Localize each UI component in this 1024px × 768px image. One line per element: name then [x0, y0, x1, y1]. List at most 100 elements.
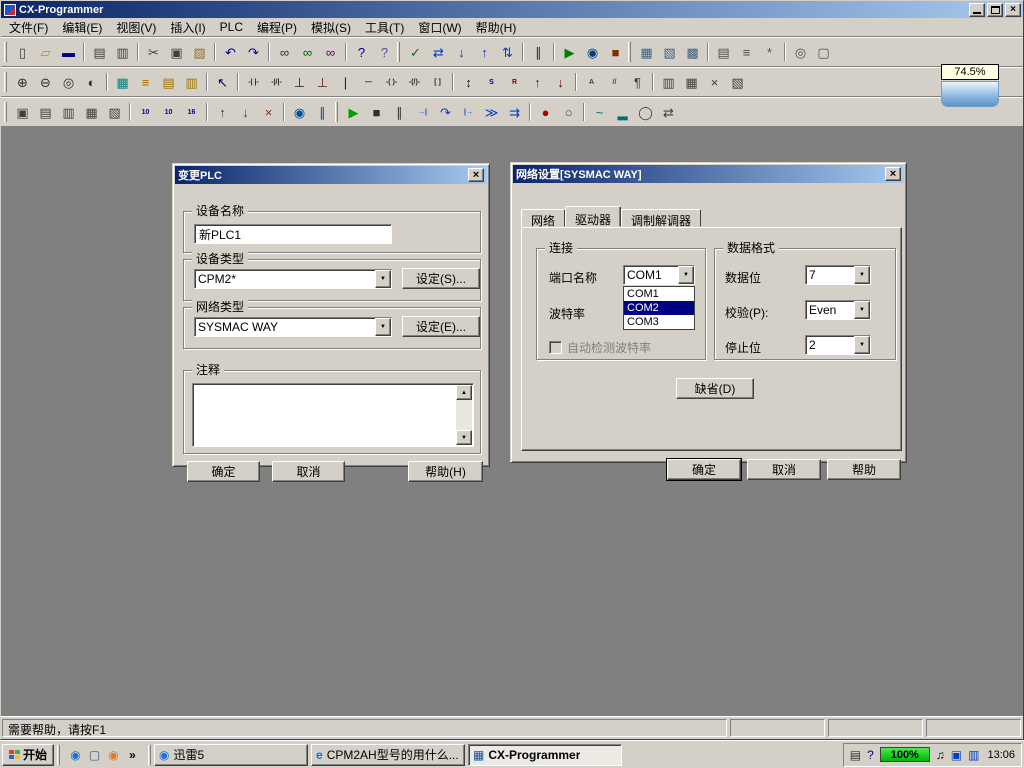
thunder-icon[interactable]: ◉: [67, 746, 84, 763]
autodetect-checkbox[interactable]: [549, 341, 562, 354]
zoom-in-button[interactable]: ⊕: [11, 71, 34, 93]
menu-item-8[interactable]: 工具(T): [358, 17, 411, 38]
tab-3[interactable]: 调制解调器: [621, 209, 701, 227]
stop-bits-dropdown-button[interactable]: ▼: [854, 336, 870, 354]
continuous-step-button[interactable]: ⇉: [503, 101, 526, 123]
print-preview-button[interactable]: ▥: [111, 41, 134, 63]
menu-item-4[interactable]: 插入(I): [163, 17, 212, 38]
parity-dropdown-button[interactable]: ▼: [854, 301, 870, 319]
sim-pause-button[interactable]: ∥: [388, 101, 411, 123]
help-button[interactable]: 帮助: [827, 459, 901, 480]
monitor-toggle-button[interactable]: ◉: [288, 101, 311, 123]
redo-button[interactable]: ↷: [242, 41, 265, 63]
properties-button[interactable]: ▢: [812, 41, 835, 63]
find-button[interactable]: ∞: [273, 41, 296, 63]
volume-icon[interactable]: ♫: [936, 749, 945, 761]
zoom-100-button[interactable]: ◎: [57, 71, 80, 93]
toolbar-grip[interactable]: [4, 42, 7, 62]
differentiate-down-button[interactable]: ↓: [549, 71, 572, 93]
zoom-fit-button[interactable]: ◐: [80, 71, 103, 93]
sim-run-button[interactable]: ▶: [342, 101, 365, 123]
ime-icon[interactable]: ▥: [968, 749, 979, 761]
decimal-display-button[interactable]: 10: [134, 101, 157, 123]
output-window-button[interactable]: ▤: [34, 101, 57, 123]
horizontal-line-button[interactable]: —: [357, 71, 380, 93]
scroll-up-button[interactable]: ▲: [456, 385, 472, 400]
tab-1[interactable]: 网络: [521, 209, 565, 227]
signed-decimal-display-button[interactable]: 10: [157, 101, 180, 123]
step-out-button[interactable]: |→: [457, 101, 480, 123]
help-bubble-icon[interactable]: ?: [867, 749, 874, 761]
block-comment-button[interactable]: //: [603, 71, 626, 93]
toolbar-grip[interactable]: [335, 102, 338, 122]
cancel-button[interactable]: 取消: [272, 461, 345, 482]
menu-item-3[interactable]: 视图(V): [109, 17, 163, 38]
open-contact-button[interactable]: -| |-: [242, 71, 265, 93]
transfer-to-plc-button[interactable]: ↓: [450, 41, 473, 63]
menu-item-5[interactable]: PLC: [213, 18, 250, 36]
instruction-box-button[interactable]: [ ]: [426, 71, 449, 93]
data-trace-button[interactable]: ~: [588, 101, 611, 123]
closed-coil-button[interactable]: -(/)-: [403, 71, 426, 93]
port-option-COM2[interactable]: COM2: [624, 301, 694, 315]
open-file-button[interactable]: ▱: [34, 41, 57, 63]
run-mode-button[interactable]: ▶: [558, 41, 581, 63]
transfer-from-plc-button[interactable]: ↑: [473, 41, 496, 63]
options-button[interactable]: *: [758, 41, 781, 63]
open-coil-button[interactable]: -( )-: [380, 71, 403, 93]
closed-contact-button[interactable]: -|/|-: [265, 71, 288, 93]
pause-monitor-button[interactable]: ∥: [311, 101, 334, 123]
run-to-cursor-button[interactable]: ≫: [480, 101, 503, 123]
new-file-button[interactable]: ▯: [11, 41, 34, 63]
plc-settings-button[interactable]: ▧: [658, 41, 681, 63]
data-bits-combo[interactable]: 7 ▼: [805, 265, 871, 285]
menu-item-6[interactable]: 编程(P): [250, 17, 304, 38]
scroll-down-button[interactable]: ▼: [456, 430, 472, 445]
network-type-combo[interactable]: SYSMAC WAY ▼: [194, 317, 392, 337]
help-button[interactable]: ?: [350, 41, 373, 63]
symbol-table-button[interactable]: ▥: [180, 71, 203, 93]
port-name-combo[interactable]: COM1 ▼: [623, 265, 695, 285]
device-name-input[interactable]: [194, 224, 392, 244]
device-type-dropdown-button[interactable]: ▼: [375, 270, 391, 288]
close-button[interactable]: ×: [1005, 3, 1021, 17]
zoom-out-button[interactable]: ⊖: [34, 71, 57, 93]
cascade-windows-button[interactable]: ▧: [726, 71, 749, 93]
ok-button[interactable]: 确定: [187, 461, 260, 482]
mnemonic-view-button[interactable]: ▤: [157, 71, 180, 93]
cut-button[interactable]: ✂: [142, 41, 165, 63]
sim-stop-button[interactable]: ■: [365, 101, 388, 123]
differentiate-up-button[interactable]: ↑: [526, 71, 549, 93]
restore-button[interactable]: [987, 3, 1003, 17]
grid-toggle-button[interactable]: ▦: [111, 71, 134, 93]
comment-scrollbar[interactable]: ▲ ▼: [456, 385, 472, 445]
copy-button[interactable]: ▣: [165, 41, 188, 63]
time-chart-button[interactable]: ▂: [611, 101, 634, 123]
new-window-button[interactable]: ▣: [11, 101, 34, 123]
network-settings-close-button[interactable]: ×: [885, 167, 901, 181]
print-button[interactable]: ▤: [88, 41, 111, 63]
help-button[interactable]: 帮助(H): [408, 461, 483, 482]
undo-button[interactable]: ↶: [219, 41, 242, 63]
invert-button[interactable]: ↕: [457, 71, 480, 93]
cycle-time-button[interactable]: ◯: [634, 101, 657, 123]
memory-view-button[interactable]: ▩: [681, 41, 704, 63]
close-window-button[interactable]: ×: [703, 71, 726, 93]
clear-breakpoints-button[interactable]: ○: [557, 101, 580, 123]
reset-bit-button[interactable]: R: [503, 71, 526, 93]
port-option-COM1[interactable]: COM1: [624, 287, 694, 301]
compile-button[interactable]: ✓: [404, 41, 427, 63]
tile-windows-button[interactable]: ▦: [680, 71, 703, 93]
change-plc-close-button[interactable]: ×: [468, 168, 484, 182]
pause-button[interactable]: ∥: [527, 41, 550, 63]
menu-item-10[interactable]: 帮助(H): [469, 17, 524, 38]
address-reference-button[interactable]: ▦: [80, 101, 103, 123]
work-online-button[interactable]: ⇄: [427, 41, 450, 63]
monitor-mode-button[interactable]: ◉: [581, 41, 604, 63]
cross-reference-button[interactable]: ≡: [735, 41, 758, 63]
data-bits-dropdown-button[interactable]: ▼: [854, 266, 870, 284]
save-button[interactable]: ▬: [57, 41, 80, 63]
force-cancel-button[interactable]: ×: [257, 101, 280, 123]
paste-button[interactable]: ▨: [188, 41, 211, 63]
compare-with-plc-button[interactable]: ⇅: [496, 41, 519, 63]
